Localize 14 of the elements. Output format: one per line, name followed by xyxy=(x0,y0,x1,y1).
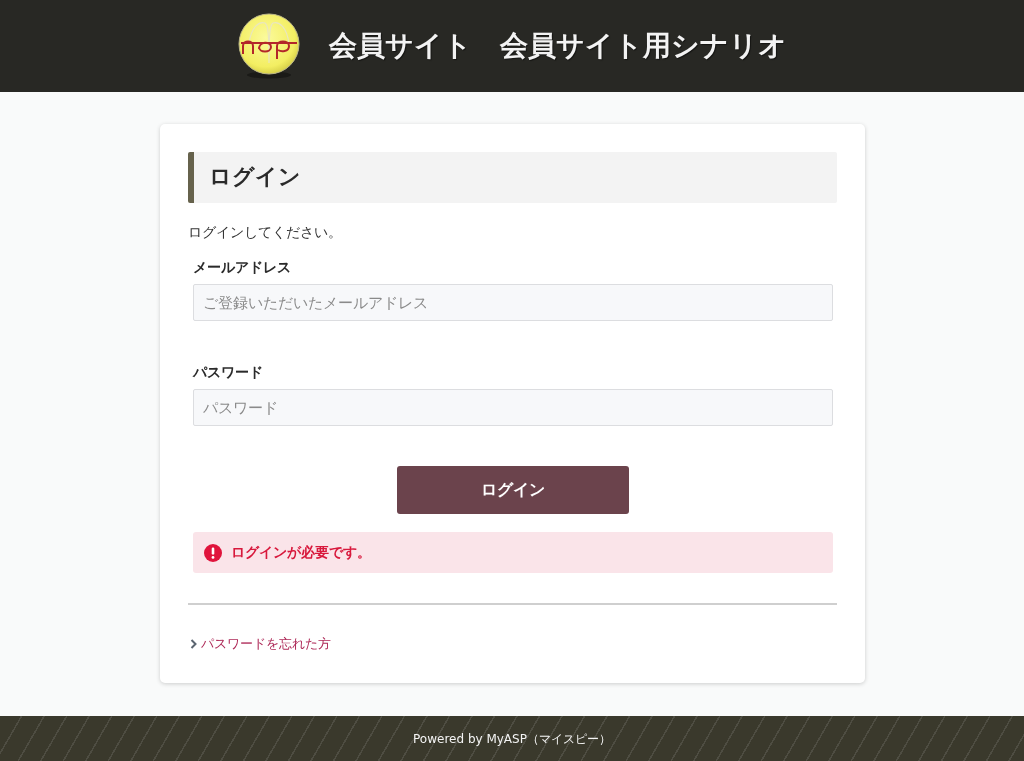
forgot-password-link[interactable]: パスワードを忘れた方 xyxy=(200,634,331,654)
chevron-icon xyxy=(189,639,197,649)
logo xyxy=(237,13,301,79)
alert-message: ログインが必要です。 xyxy=(230,543,371,562)
site-title: 会員サイト 会員サイト用シナリオ xyxy=(329,28,787,64)
login-button[interactable]: ログイン xyxy=(396,466,629,514)
password-field[interactable]: パスワード xyxy=(192,389,833,426)
page-heading: ログイン xyxy=(187,152,837,203)
instruction-text: ログインしてください。 xyxy=(187,223,343,242)
email-label: メールアドレス xyxy=(192,258,292,277)
password-label: パスワード xyxy=(192,363,264,382)
footer-text: Powered by MyASP（マイスピー） xyxy=(413,730,611,748)
email-field[interactable]: ご登録いただいたメールアドレス xyxy=(192,284,833,321)
error-icon xyxy=(203,543,222,562)
